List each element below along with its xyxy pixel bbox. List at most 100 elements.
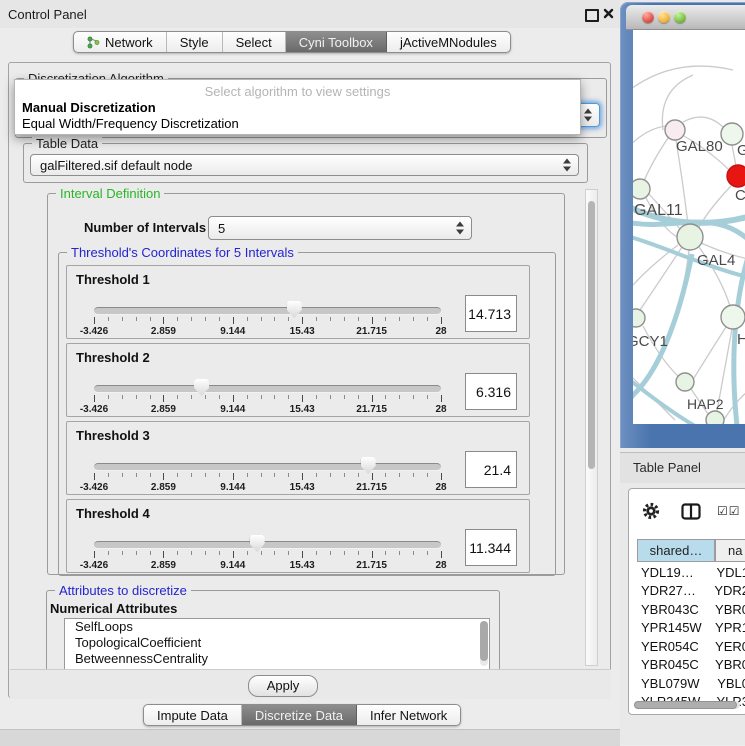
tab-jactivemnodules[interactable]: jActiveMNodules [387,32,510,52]
tick-mark [441,551,442,558]
threshold-value-field[interactable]: 21.4 [465,451,517,488]
table-row[interactable]: YDR27…YDR2 [629,582,745,601]
network-edge[interactable] [633,66,733,92]
slider-track[interactable] [94,463,441,471]
table-row[interactable]: YER054CYER0 [629,637,745,656]
slider-ticks [94,395,441,403]
network-node[interactable] [633,179,650,199]
tick-mark [108,551,109,555]
panel-scrollbar[interactable] [585,189,598,666]
network-node[interactable] [677,224,703,250]
table-cell[interactable]: YBR0 [710,602,745,617]
column-header-name[interactable]: na [715,539,745,562]
tab-impute-data[interactable]: Impute Data [144,705,242,725]
slider-thumb[interactable] [194,379,209,396]
table-data-combo[interactable]: galFiltered.sif default node [30,154,579,176]
list-item[interactable]: TopologicalCoefficient [65,635,489,651]
zoom-traffic-light[interactable] [674,11,686,23]
column-checkbox-icons[interactable]: ☑☑ [717,504,741,518]
table-cell[interactable]: YDL1 [711,565,745,580]
tab-style[interactable]: Style [167,32,223,52]
table-cell[interactable]: YBL0 [712,676,745,691]
network-node[interactable] [727,165,745,187]
table-cell[interactable]: YIL0 [713,713,745,715]
tab-network[interactable]: Network [74,32,167,52]
network-node[interactable] [633,309,645,327]
table-row[interactable]: YBR043CYBR0 [629,600,745,619]
table-row[interactable]: YBL079WYBL0 [629,674,745,693]
network-node[interactable] [721,305,745,329]
tab-select[interactable]: Select [223,32,286,52]
table-row[interactable]: YBR045CYBR0 [629,656,745,675]
tick-mark [219,473,220,477]
attributes-scrollbar[interactable] [480,621,488,666]
network-node[interactable] [676,373,694,391]
table-cell[interactable]: YIL052C [629,713,713,715]
apply-button[interactable]: Apply [248,675,318,697]
network-canvas[interactable]: GAL80GAGAL11CGAL4GCY1HHAP2 [633,30,745,424]
threshold-value-field[interactable]: 11.344 [465,529,517,566]
slider-thumb[interactable] [250,535,265,552]
list-item[interactable]: BetweennessCentrality [65,651,489,667]
slider-track[interactable] [94,541,441,549]
threshold-value-field[interactable]: 6.316 [465,373,517,410]
tick-mark [205,317,206,321]
scrollbar-thumb[interactable] [588,201,595,469]
table-row[interactable]: YIL052CYIL0 [629,711,745,715]
table-row[interactable]: YDL19…YDL1 [629,563,745,582]
slider-thumb[interactable] [361,457,376,474]
network-window-titlebar[interactable] [626,5,745,30]
split-columns-icon[interactable] [681,503,701,520]
slider-ticks [94,317,441,325]
cyni-toolbox-panel: Discretization Algorithm Select algorith… [8,62,611,698]
table-cell[interactable]: YDR2 [709,583,745,598]
table-row[interactable]: YPR145WYPR1 [629,619,745,638]
tick-mark [358,317,359,321]
minimize-traffic-light[interactable] [658,11,670,23]
tick-mark [274,473,275,477]
node-label: GAL4 [697,252,735,269]
network-edge[interactable] [683,117,723,127]
network-node[interactable] [665,120,685,140]
tick-mark [247,473,248,477]
threshold-value-field[interactable]: 14.713 [465,295,517,332]
network-edge[interactable] [732,145,736,166]
scrollbar-thumb[interactable] [634,701,737,709]
table-cell[interactable]: YPR145W [629,620,710,635]
close-icon[interactable] [603,8,614,19]
list-item[interactable]: SelfLoops [65,619,489,635]
num-intervals-combo[interactable]: 5 [208,216,472,240]
table-cell[interactable]: YDR27… [629,583,709,598]
tab-discretize-data[interactable]: Discretize Data [242,705,357,725]
table-hscrollbar[interactable] [634,701,740,709]
table-cell[interactable]: YBL079W [629,676,712,691]
table-cell[interactable]: YER0 [710,639,745,654]
network-edge[interactable] [644,138,668,181]
table-cell[interactable]: YBR043C [629,602,710,617]
menu-item-equal-width-frequency[interactable]: Equal Width/Frequency Discretization [22,116,239,131]
scrollbar-thumb[interactable] [480,621,488,661]
network-node[interactable] [706,411,724,424]
network-edge[interactable] [633,126,666,148]
slider-track[interactable] [94,307,441,315]
table-cell[interactable]: YBR045C [629,657,710,672]
table-cell[interactable]: YBR0 [710,657,745,672]
network-edge[interactable] [694,327,726,378]
tick-mark [247,395,248,399]
column-header-shared-name[interactable]: shared… [637,539,715,562]
tab-cyni-toolbox[interactable]: Cyni Toolbox [286,32,387,52]
float-window-icon[interactable] [585,9,599,22]
gear-icon[interactable] [641,501,661,521]
slider-track[interactable] [94,385,441,393]
close-traffic-light[interactable] [642,11,654,23]
slider-thumb[interactable] [287,301,302,318]
tab-infer-network[interactable]: Infer Network [357,705,460,725]
table-cell[interactable]: YDL19… [629,565,711,580]
slider-tick-labels: -3.4262.8599.14415.4321.71528 [94,326,441,337]
tick-mark [136,395,137,399]
table-cell[interactable]: YPR1 [710,620,745,635]
network-edge[interactable] [640,247,682,310]
table-cell[interactable]: YER054C [629,639,710,654]
tick-mark [150,473,151,477]
menu-item-manual-discretization[interactable]: Manual Discretization [22,100,156,115]
